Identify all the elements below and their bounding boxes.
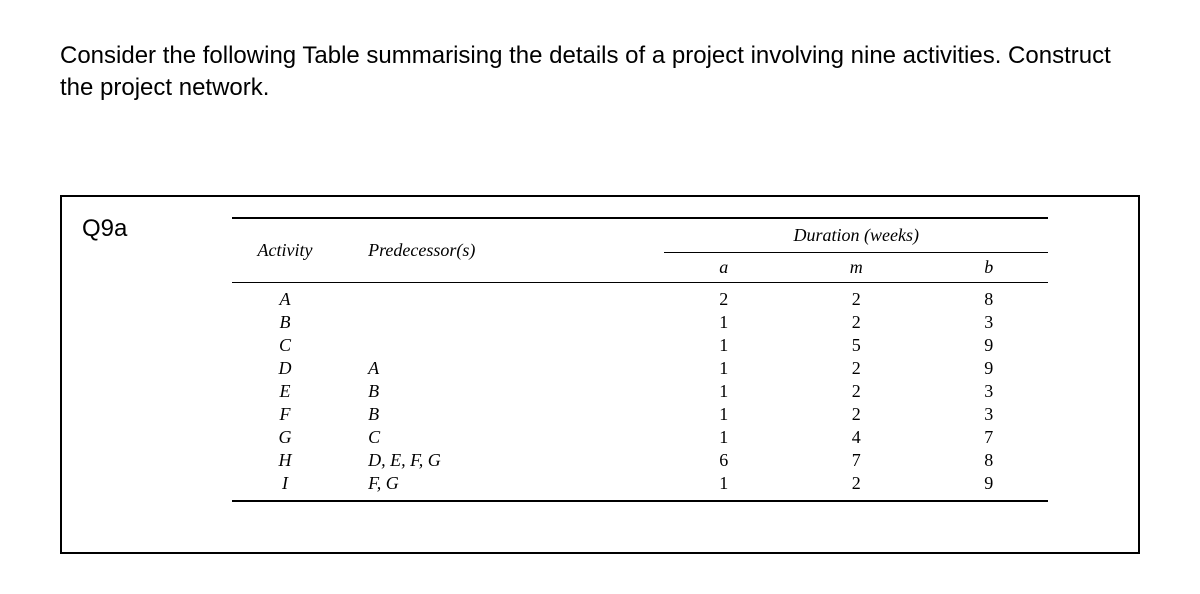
- cell-b: 9: [929, 472, 1048, 501]
- cell-predecessor: D, E, F, G: [338, 449, 664, 472]
- cell-predecessor: F, G: [338, 472, 664, 501]
- cell-b: 3: [929, 380, 1048, 403]
- cell-m: 7: [783, 449, 929, 472]
- cell-b: 3: [929, 311, 1048, 334]
- cell-b: 9: [929, 357, 1048, 380]
- cell-activity: E: [232, 380, 338, 403]
- cell-b: 7: [929, 426, 1048, 449]
- table-row: GC147: [232, 426, 1048, 449]
- cell-a: 1: [664, 426, 783, 449]
- cell-predecessor: A: [338, 357, 664, 380]
- cell-b: 8: [929, 449, 1048, 472]
- cell-b: 3: [929, 403, 1048, 426]
- cell-m: 5: [783, 334, 929, 357]
- cell-a: 1: [664, 403, 783, 426]
- table-wrap: Activity Predecessor(s) Duration (weeks)…: [232, 217, 1048, 502]
- cell-activity: D: [232, 357, 338, 380]
- table-row: IF, G129: [232, 472, 1048, 501]
- cell-a: 1: [664, 357, 783, 380]
- cell-predecessor: B: [338, 403, 664, 426]
- question-label: Q9a: [82, 215, 127, 243]
- col-activity: Activity: [232, 218, 338, 283]
- cell-m: 2: [783, 380, 929, 403]
- cell-a: 2: [664, 282, 783, 311]
- cell-m: 4: [783, 426, 929, 449]
- cell-activity: A: [232, 282, 338, 311]
- cell-a: 1: [664, 311, 783, 334]
- cell-m: 2: [783, 403, 929, 426]
- table-row: C 159: [232, 334, 1048, 357]
- table-row: HD, E, F, G678: [232, 449, 1048, 472]
- cell-a: 1: [664, 472, 783, 501]
- cell-m: 2: [783, 357, 929, 380]
- activity-table: Activity Predecessor(s) Duration (weeks)…: [232, 217, 1048, 502]
- cell-activity: C: [232, 334, 338, 357]
- table-row: DA129: [232, 357, 1048, 380]
- cell-a: 6: [664, 449, 783, 472]
- cell-m: 2: [783, 282, 929, 311]
- cell-predecessor: [338, 334, 664, 357]
- cell-m: 2: [783, 311, 929, 334]
- table-row: FB123: [232, 403, 1048, 426]
- cell-predecessor: B: [338, 380, 664, 403]
- cell-activity: B: [232, 311, 338, 334]
- intro-text: Consider the following Table summarising…: [60, 40, 1140, 105]
- cell-activity: F: [232, 403, 338, 426]
- table-row: EB123: [232, 380, 1048, 403]
- cell-a: 1: [664, 380, 783, 403]
- cell-activity: I: [232, 472, 338, 501]
- cell-predecessor: C: [338, 426, 664, 449]
- col-a: a: [664, 252, 783, 282]
- col-m: m: [783, 252, 929, 282]
- col-predecessor: Predecessor(s): [338, 218, 664, 283]
- cell-b: 9: [929, 334, 1048, 357]
- cell-a: 1: [664, 334, 783, 357]
- cell-predecessor: [338, 282, 664, 311]
- col-duration: Duration (weeks): [664, 218, 1048, 253]
- table-row: A228: [232, 282, 1048, 311]
- cell-predecessor: [338, 311, 664, 334]
- cell-b: 8: [929, 282, 1048, 311]
- col-b: b: [929, 252, 1048, 282]
- cell-m: 2: [783, 472, 929, 501]
- cell-activity: H: [232, 449, 338, 472]
- cell-activity: G: [232, 426, 338, 449]
- table-row: B 123: [232, 311, 1048, 334]
- question-box: Q9a Activity Predecessor(s) Duration (we…: [60, 195, 1140, 554]
